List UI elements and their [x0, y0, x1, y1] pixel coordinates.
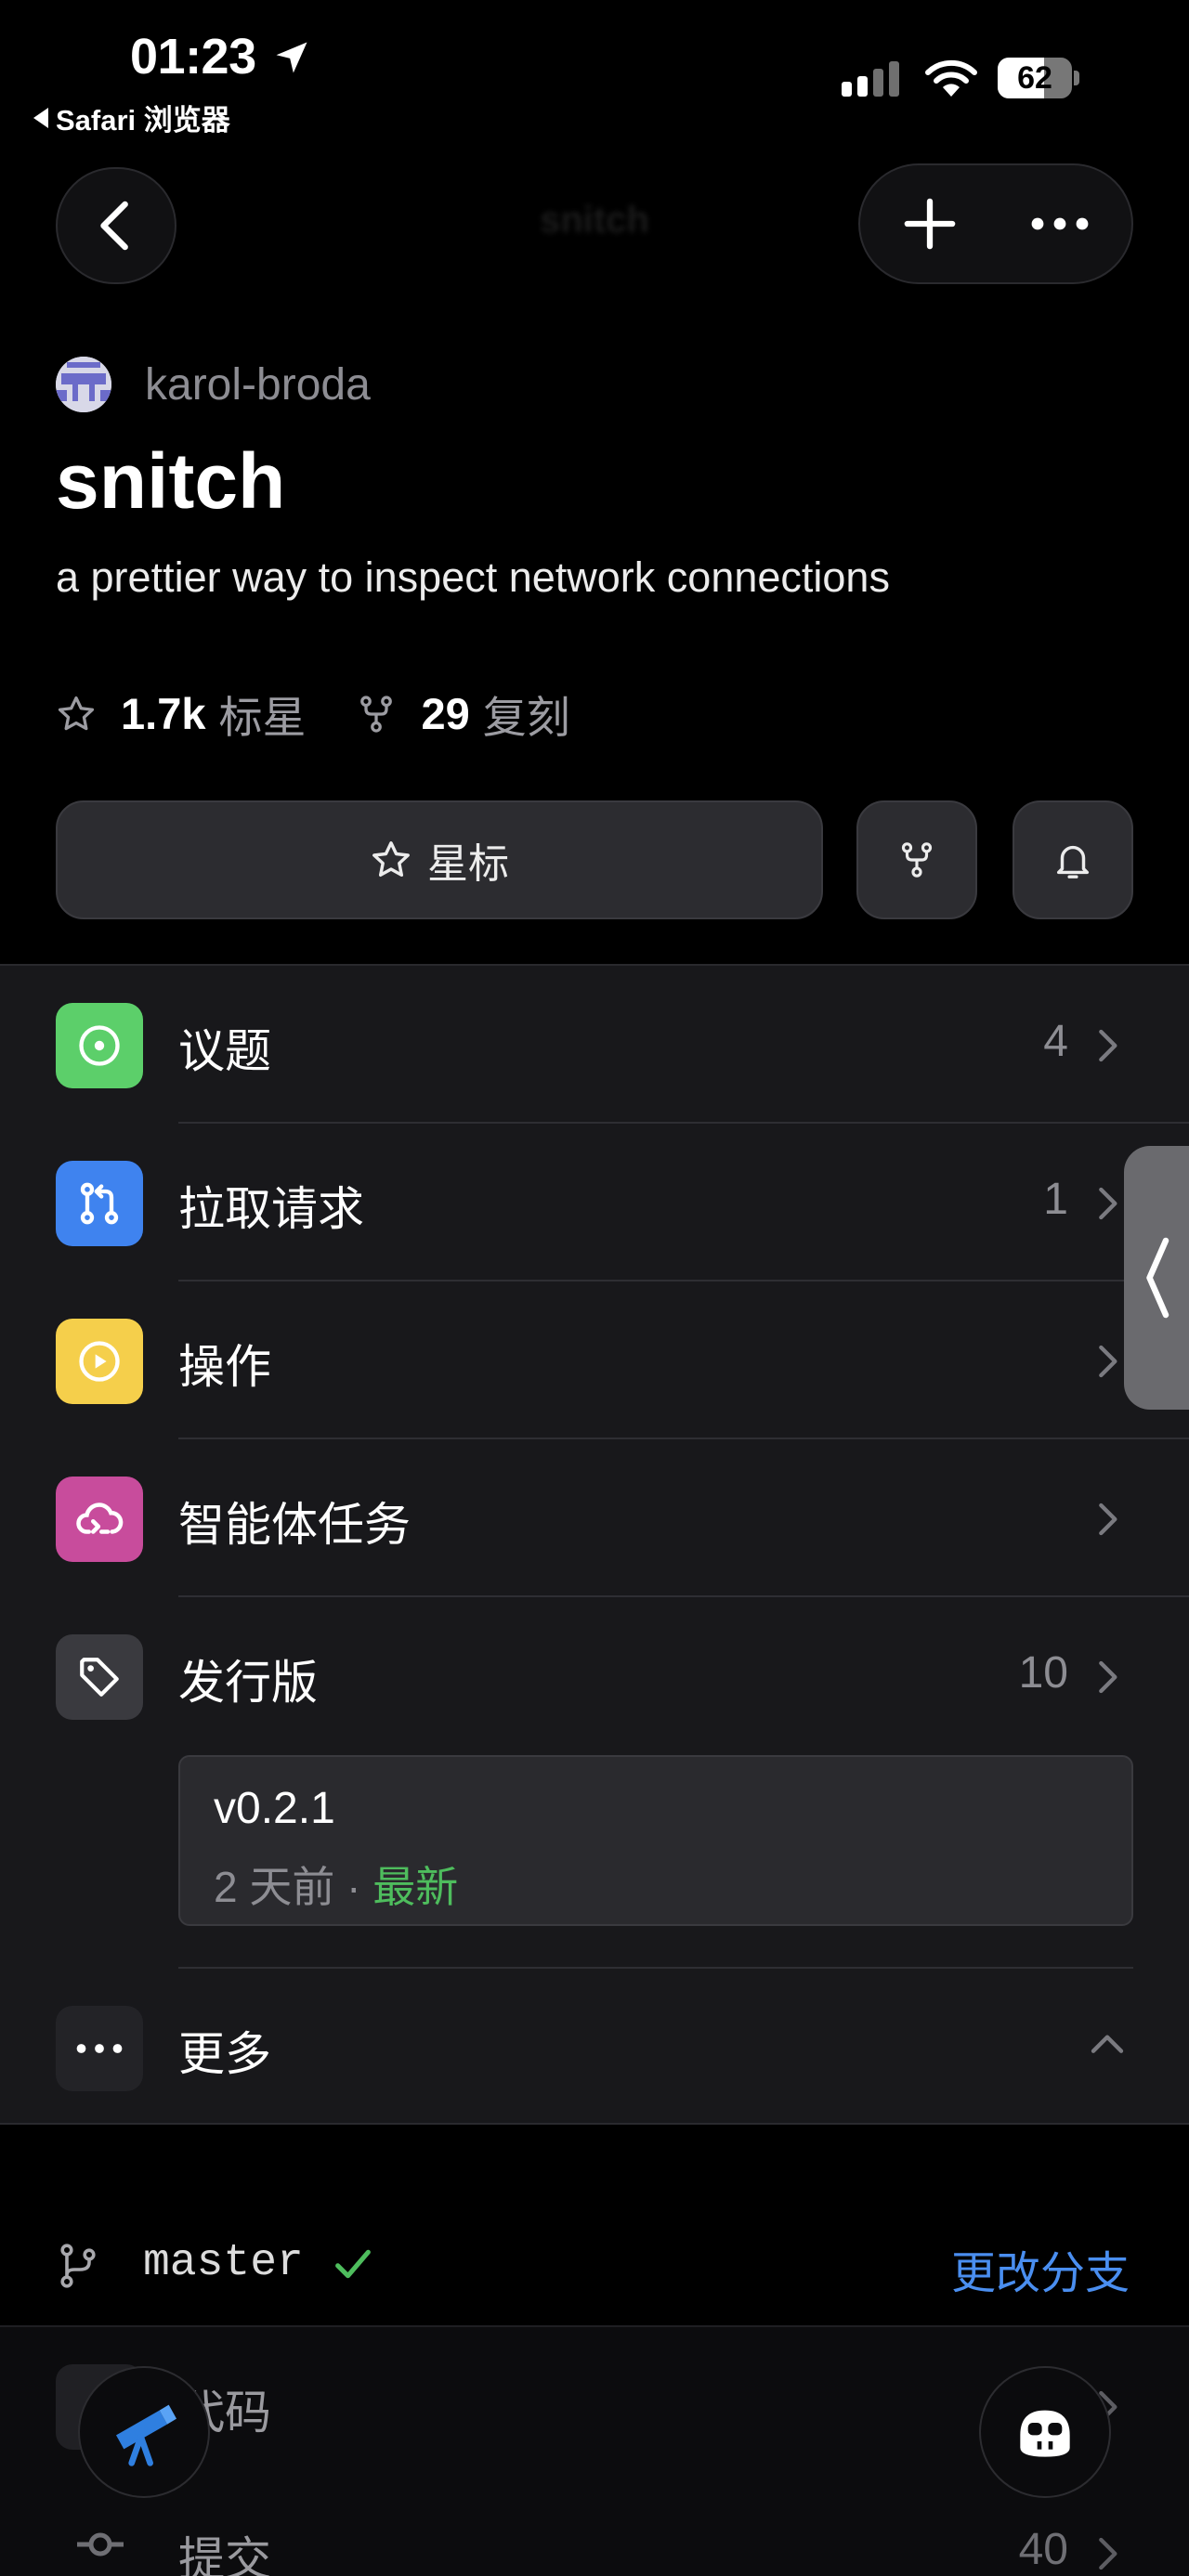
- location-arrow-icon: [276, 42, 307, 73]
- chevron-right-icon: [1099, 1503, 1117, 1536]
- menu-item-label: 更多: [178, 2028, 271, 2080]
- release-separator: ·: [334, 1863, 373, 1911]
- stars-count[interactable]: 1.7k: [121, 688, 205, 739]
- menu-item-commits[interactable]: 提交 40: [0, 2485, 1189, 2576]
- menu-item-count: 10: [1018, 1648, 1068, 1698]
- more-options-button[interactable]: [1000, 165, 1120, 282]
- chevron-right-icon: [1099, 1187, 1117, 1220]
- release-age: 2 天前: [214, 1863, 335, 1911]
- battery-indicator: 62: [998, 58, 1079, 98]
- nav-title: snitch: [540, 200, 649, 241]
- release-meta: 2 天前 · 最新: [214, 1854, 458, 1915]
- forks-label[interactable]: 复刻: [483, 682, 570, 746]
- owner-name[interactable]: karol-broda: [145, 359, 371, 410]
- change-branch-link[interactable]: 更改分支: [951, 2236, 1130, 2301]
- star-icon: [372, 841, 410, 878]
- branch-icon: [60, 2244, 96, 2288]
- explore-telescope-button[interactable]: [78, 2366, 210, 2498]
- menu-item-actions[interactable]: 操作: [0, 1281, 1189, 1439]
- repo-description: a prettier way to inspect network connec…: [56, 553, 890, 601]
- star-outline-icon: [58, 696, 95, 730]
- menu-item-pull-requests[interactable]: 拉取请求 1: [0, 1124, 1189, 1281]
- menu-item-count: 40: [1018, 2525, 1068, 2574]
- cellular-signal-icon: [842, 61, 899, 97]
- chevron-left-icon: [1146, 1237, 1169, 1319]
- check-icon: [335, 2249, 371, 2279]
- back-triangle-icon: [33, 107, 48, 128]
- nav-actions: [858, 163, 1133, 284]
- agent-cloud-icon: [56, 1477, 143, 1562]
- chevron-right-icon: [1099, 1660, 1117, 1694]
- latest-release-card[interactable]: v0.2.1 2 天前 · 最新: [178, 1755, 1133, 1926]
- side-panel-handle[interactable]: [1124, 1146, 1189, 1410]
- menu-item-label: 智能体任务: [178, 1499, 411, 1551]
- release-latest-badge: 最新: [372, 1863, 459, 1911]
- menu-item-count: 1: [1043, 1175, 1068, 1224]
- owner-row[interactable]: karol-broda: [56, 357, 371, 412]
- star-button[interactable]: 星标: [56, 800, 823, 919]
- clock: 01:23: [130, 29, 256, 85]
- watch-notifications-button[interactable]: [1013, 800, 1133, 919]
- repo-menu: 议题 4 拉取请求 1 操作 智能体任务 发行版 10 v0.2.1 2 天前 …: [0, 964, 1189, 2125]
- fork-icon: [901, 842, 933, 878]
- release-tag: v0.2.1: [214, 1784, 335, 1833]
- chevron-up-icon: [1091, 2035, 1124, 2053]
- chevron-left-icon: [100, 201, 128, 251]
- menu-item-label: 操作: [178, 1341, 271, 1393]
- repo-stats: 1.7k 标星 29 复刻: [56, 682, 570, 746]
- chevron-right-icon: [1099, 1029, 1117, 1062]
- issue-icon: [56, 1003, 143, 1088]
- menu-item-more[interactable]: 更多: [0, 1969, 1189, 2127]
- tag-icon: [56, 1634, 143, 1720]
- back-button[interactable]: [56, 167, 176, 284]
- copilot-icon: [1020, 2410, 1070, 2457]
- copilot-button[interactable]: [979, 2366, 1111, 2498]
- chevron-right-icon: [1099, 1345, 1117, 1378]
- stars-label[interactable]: 标星: [218, 682, 306, 746]
- forks-count[interactable]: 29: [421, 688, 469, 739]
- back-app-label: Safari 浏览器: [56, 104, 230, 137]
- fork-button[interactable]: [856, 800, 977, 919]
- commit-icon: [77, 2532, 124, 2556]
- more-icon: [56, 2006, 143, 2091]
- repo-name: snitch: [56, 437, 286, 525]
- menu-item-agent-tasks[interactable]: 智能体任务: [0, 1439, 1189, 1597]
- star-button-label: 星标: [427, 841, 509, 887]
- play-icon: [56, 1319, 143, 1404]
- branch-name: master: [143, 2238, 304, 2288]
- status-bar: 01:23 Safari 浏览器 62: [0, 0, 1189, 139]
- menu-item-label: 拉取请求: [178, 1183, 364, 1235]
- menu-item-label: 议题: [178, 1025, 271, 1077]
- menu-item-label: 提交: [178, 2533, 271, 2576]
- ellipsis-icon: [1031, 217, 1089, 230]
- pull-request-icon: [56, 1161, 143, 1246]
- avatar[interactable]: [56, 357, 111, 412]
- back-to-app-link[interactable]: Safari 浏览器: [33, 97, 230, 138]
- wifi-icon: [925, 59, 977, 97]
- menu-item-label: 发行版: [178, 1657, 318, 1709]
- branch-row: master 更改分支: [0, 2208, 1189, 2325]
- menu-item-issues[interactable]: 议题 4: [0, 966, 1189, 1124]
- menu-item-releases[interactable]: 发行版 10: [0, 1597, 1189, 1755]
- fork-icon: [360, 695, 393, 733]
- plus-icon: [904, 198, 956, 250]
- chevron-right-icon: [1099, 2537, 1117, 2570]
- add-button[interactable]: [869, 165, 990, 282]
- bell-icon: [1056, 845, 1090, 878]
- menu-item-count: 4: [1043, 1017, 1068, 1066]
- telescope-icon: [116, 2404, 176, 2466]
- battery-percent: 62: [1017, 60, 1052, 96]
